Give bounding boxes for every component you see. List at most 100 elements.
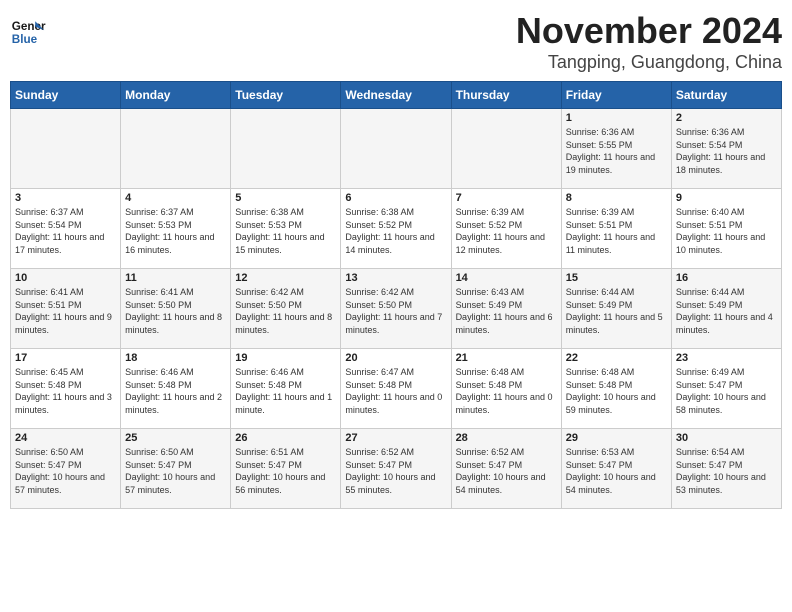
day-number: 28 xyxy=(456,432,557,444)
title-area: November 2024 Tangping, Guangdong, China xyxy=(516,10,782,73)
header-saturday: Saturday xyxy=(671,82,781,109)
header-monday: Monday xyxy=(121,82,231,109)
day-info: Sunrise: 6:39 AM Sunset: 5:52 PM Dayligh… xyxy=(456,206,557,256)
calendar-cell-w2-d6: 8 Sunrise: 6:39 AM Sunset: 5:51 PM Daylig… xyxy=(561,189,671,269)
day-number: 30 xyxy=(676,432,777,444)
day-number: 29 xyxy=(566,432,667,444)
day-info: Sunrise: 6:42 AM Sunset: 5:50 PM Dayligh… xyxy=(235,286,336,336)
week-row-1: 1 Sunrise: 6:36 AM Sunset: 5:55 PM Daylig… xyxy=(11,109,782,189)
header-tuesday: Tuesday xyxy=(231,82,341,109)
day-number: 26 xyxy=(235,432,336,444)
calendar-header: SundayMondayTuesdayWednesdayThursdayFrid… xyxy=(11,82,782,109)
calendar-cell-w4-d7: 23 Sunrise: 6:49 AM Sunset: 5:47 PM Dayli… xyxy=(671,349,781,429)
day-info: Sunrise: 6:50 AM Sunset: 5:47 PM Dayligh… xyxy=(125,446,226,496)
calendar-cell-w3-d4: 13 Sunrise: 6:42 AM Sunset: 5:50 PM Dayli… xyxy=(341,269,451,349)
day-info: Sunrise: 6:37 AM Sunset: 5:53 PM Dayligh… xyxy=(125,206,226,256)
day-number: 12 xyxy=(235,272,336,284)
day-info: Sunrise: 6:38 AM Sunset: 5:52 PM Dayligh… xyxy=(345,206,446,256)
calendar-cell-w3-d7: 16 Sunrise: 6:44 AM Sunset: 5:49 PM Dayli… xyxy=(671,269,781,349)
calendar-cell-w3-d2: 11Sunrise: 6:41 AM Sunset: 5:50 PM Dayli… xyxy=(121,269,231,349)
header-friday: Friday xyxy=(561,82,671,109)
calendar-cell-w4-d2: 18Sunrise: 6:46 AM Sunset: 5:48 PM Dayli… xyxy=(121,349,231,429)
header: General Blue November 2024 Tangping, Gua… xyxy=(10,10,782,73)
day-number: 5 xyxy=(235,192,336,204)
calendar-cell-w1-d5 xyxy=(451,109,561,189)
day-info: Sunrise: 6:41 AM Sunset: 5:50 PM Dayligh… xyxy=(125,286,226,336)
day-number: 19 xyxy=(235,352,336,364)
calendar-cell-w5-d2: 25 Sunrise: 6:50 AM Sunset: 5:47 PM Dayli… xyxy=(121,429,231,509)
day-number: 7 xyxy=(456,192,557,204)
calendar-cell-w5-d4: 27Sunrise: 6:52 AM Sunset: 5:47 PM Dayli… xyxy=(341,429,451,509)
day-number: 3 xyxy=(15,192,116,204)
day-info: Sunrise: 6:43 AM Sunset: 5:49 PM Dayligh… xyxy=(456,286,557,336)
calendar-cell-w2-d7: 9 Sunrise: 6:40 AM Sunset: 5:51 PM Daylig… xyxy=(671,189,781,269)
day-info: Sunrise: 6:46 AM Sunset: 5:48 PM Dayligh… xyxy=(125,366,226,416)
day-number: 21 xyxy=(456,352,557,364)
page-subtitle: Tangping, Guangdong, China xyxy=(516,52,782,73)
day-number: 13 xyxy=(345,272,446,284)
day-number: 15 xyxy=(566,272,667,284)
header-wednesday: Wednesday xyxy=(341,82,451,109)
day-number: 24 xyxy=(15,432,116,444)
day-number: 4 xyxy=(125,192,226,204)
day-number: 9 xyxy=(676,192,777,204)
day-info: Sunrise: 6:36 AM Sunset: 5:55 PM Dayligh… xyxy=(566,126,667,176)
day-info: Sunrise: 6:54 AM Sunset: 5:47 PM Dayligh… xyxy=(676,446,777,496)
calendar-cell-w4-d5: 21Sunrise: 6:48 AM Sunset: 5:48 PM Dayli… xyxy=(451,349,561,429)
header-thursday: Thursday xyxy=(451,82,561,109)
day-number: 25 xyxy=(125,432,226,444)
day-info: Sunrise: 6:48 AM Sunset: 5:48 PM Dayligh… xyxy=(566,366,667,416)
day-number: 1 xyxy=(566,112,667,124)
day-info: Sunrise: 6:40 AM Sunset: 5:51 PM Dayligh… xyxy=(676,206,777,256)
day-info: Sunrise: 6:53 AM Sunset: 5:47 PM Dayligh… xyxy=(566,446,667,496)
header-row: SundayMondayTuesdayWednesdayThursdayFrid… xyxy=(11,82,782,109)
day-info: Sunrise: 6:44 AM Sunset: 5:49 PM Dayligh… xyxy=(676,286,777,336)
day-info: Sunrise: 6:41 AM Sunset: 5:51 PM Dayligh… xyxy=(15,286,116,336)
svg-text:General: General xyxy=(12,20,46,33)
header-sunday: Sunday xyxy=(11,82,121,109)
day-info: Sunrise: 6:46 AM Sunset: 5:48 PM Dayligh… xyxy=(235,366,336,416)
calendar-cell-w4-d3: 19 Sunrise: 6:46 AM Sunset: 5:48 PM Dayli… xyxy=(231,349,341,429)
calendar-cell-w4-d6: 22Sunrise: 6:48 AM Sunset: 5:48 PM Dayli… xyxy=(561,349,671,429)
calendar-cell-w1-d1 xyxy=(11,109,121,189)
day-info: Sunrise: 6:49 AM Sunset: 5:47 PM Dayligh… xyxy=(676,366,777,416)
calendar-cell-w5-d5: 28 Sunrise: 6:52 AM Sunset: 5:47 PM Dayli… xyxy=(451,429,561,509)
day-info: Sunrise: 6:36 AM Sunset: 5:54 PM Dayligh… xyxy=(676,126,777,176)
day-number: 14 xyxy=(456,272,557,284)
day-info: Sunrise: 6:42 AM Sunset: 5:50 PM Dayligh… xyxy=(345,286,446,336)
calendar-body: 1 Sunrise: 6:36 AM Sunset: 5:55 PM Daylig… xyxy=(11,109,782,509)
week-row-2: 3Sunrise: 6:37 AM Sunset: 5:54 PM Daylig… xyxy=(11,189,782,269)
svg-text:Blue: Blue xyxy=(12,33,38,46)
day-info: Sunrise: 6:50 AM Sunset: 5:47 PM Dayligh… xyxy=(15,446,116,496)
day-number: 16 xyxy=(676,272,777,284)
calendar-cell-w1-d4 xyxy=(341,109,451,189)
day-info: Sunrise: 6:38 AM Sunset: 5:53 PM Dayligh… xyxy=(235,206,336,256)
day-info: Sunrise: 6:47 AM Sunset: 5:48 PM Dayligh… xyxy=(345,366,446,416)
day-number: 2 xyxy=(676,112,777,124)
page-title: November 2024 xyxy=(516,10,782,52)
calendar-table: SundayMondayTuesdayWednesdayThursdayFrid… xyxy=(10,81,782,509)
day-info: Sunrise: 6:52 AM Sunset: 5:47 PM Dayligh… xyxy=(345,446,446,496)
calendar-cell-w3-d1: 10Sunrise: 6:41 AM Sunset: 5:51 PM Dayli… xyxy=(11,269,121,349)
calendar-cell-w5-d3: 26 Sunrise: 6:51 AM Sunset: 5:47 PM Dayli… xyxy=(231,429,341,509)
logo-icon: General Blue xyxy=(10,14,46,50)
day-number: 8 xyxy=(566,192,667,204)
calendar-cell-w1-d7: 2 Sunrise: 6:36 AM Sunset: 5:54 PM Daylig… xyxy=(671,109,781,189)
day-info: Sunrise: 6:45 AM Sunset: 5:48 PM Dayligh… xyxy=(15,366,116,416)
calendar-cell-w2-d3: 5 Sunrise: 6:38 AM Sunset: 5:53 PM Daylig… xyxy=(231,189,341,269)
calendar-cell-w5-d1: 24 Sunrise: 6:50 AM Sunset: 5:47 PM Dayli… xyxy=(11,429,121,509)
calendar-cell-w2-d1: 3Sunrise: 6:37 AM Sunset: 5:54 PM Daylig… xyxy=(11,189,121,269)
day-info: Sunrise: 6:39 AM Sunset: 5:51 PM Dayligh… xyxy=(566,206,667,256)
week-row-4: 17Sunrise: 6:45 AM Sunset: 5:48 PM Dayli… xyxy=(11,349,782,429)
day-number: 6 xyxy=(345,192,446,204)
calendar-cell-w3-d6: 15 Sunrise: 6:44 AM Sunset: 5:49 PM Dayli… xyxy=(561,269,671,349)
day-number: 23 xyxy=(676,352,777,364)
day-info: Sunrise: 6:44 AM Sunset: 5:49 PM Dayligh… xyxy=(566,286,667,336)
calendar-cell-w2-d2: 4 Sunrise: 6:37 AM Sunset: 5:53 PM Daylig… xyxy=(121,189,231,269)
calendar-cell-w2-d5: 7 Sunrise: 6:39 AM Sunset: 5:52 PM Daylig… xyxy=(451,189,561,269)
calendar-cell-w3-d5: 14 Sunrise: 6:43 AM Sunset: 5:49 PM Dayli… xyxy=(451,269,561,349)
day-info: Sunrise: 6:52 AM Sunset: 5:47 PM Dayligh… xyxy=(456,446,557,496)
day-number: 20 xyxy=(345,352,446,364)
logo: General Blue xyxy=(10,14,50,50)
day-info: Sunrise: 6:51 AM Sunset: 5:47 PM Dayligh… xyxy=(235,446,336,496)
